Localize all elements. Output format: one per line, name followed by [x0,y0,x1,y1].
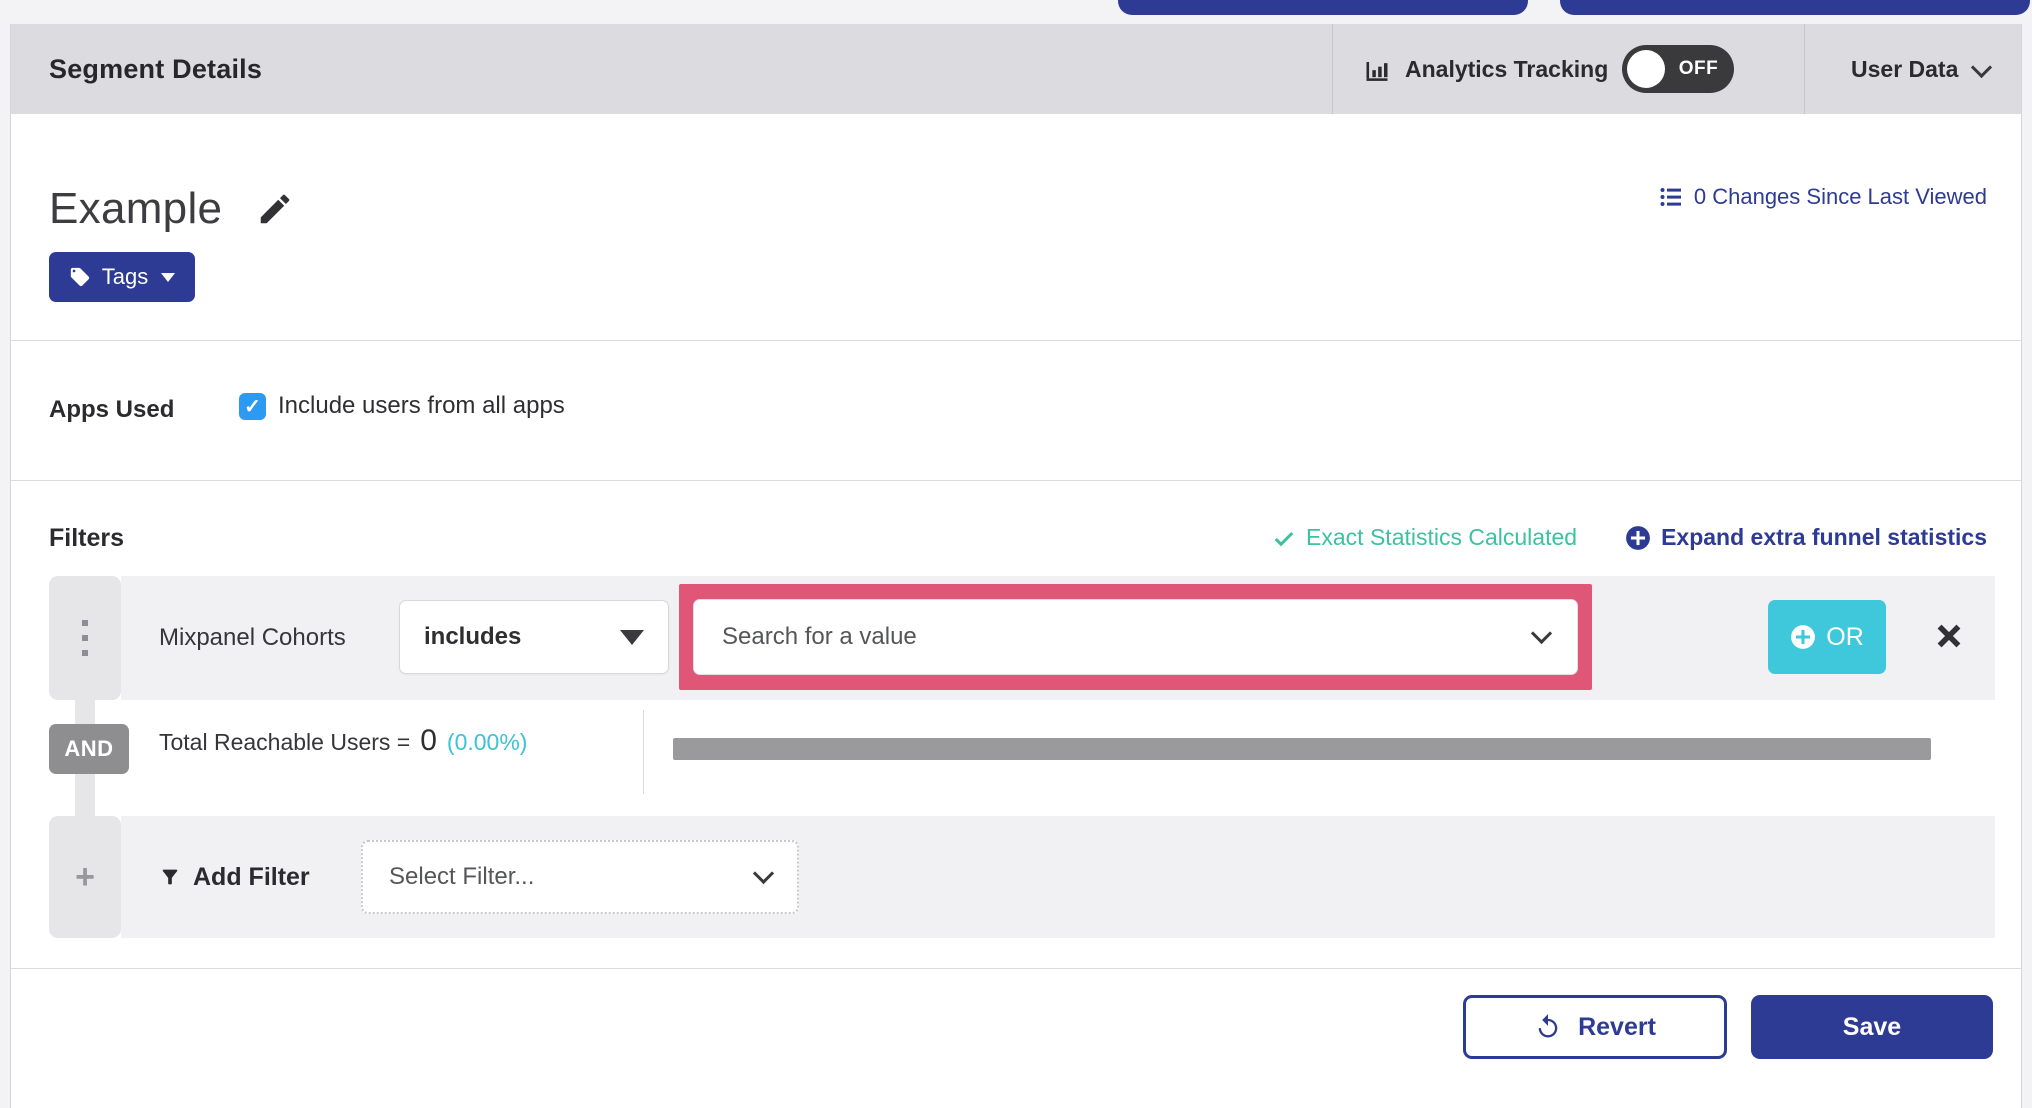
section-divider [11,340,2021,341]
reachable-users-progress-bar [673,738,1931,760]
changes-link-label: 0 Changes Since Last Viewed [1693,184,1987,209]
drag-dot [82,635,88,641]
revert-button[interactable]: Revert [1463,995,1727,1059]
filter-name-label: Mixpanel Cohorts [159,624,346,651]
include-all-apps-label: Include users from all apps [278,392,565,419]
value-search-select[interactable]: Search for a value [693,599,1578,675]
revert-button-label: Revert [1578,1012,1656,1041]
revert-undo-icon [1534,1013,1562,1041]
apps-used-label: Apps Used [49,396,175,423]
cutoff-button-left[interactable] [1118,0,1528,15]
tags-dropdown-button[interactable]: Tags [49,252,195,302]
add-filter-label: Add Filter [193,862,310,891]
page-title: Segment Details [49,53,263,84]
stats-divider [643,710,644,794]
drag-dot [82,620,88,626]
select-filter-placeholder: Select Filter... [389,863,535,890]
chevron-down-icon [752,862,775,884]
toggle-state-label: OFF [1678,58,1719,79]
changes-since-last-viewed-link[interactable]: 0 Changes Since Last Viewed [1658,184,1987,210]
caret-down-icon [620,629,644,645]
or-button-label: OR [1826,622,1864,651]
segment-details-panel: Segment Details Analytics Tracking OFF U… [10,24,2022,1108]
analytics-tracking-group: Analytics Tracking OFF [1363,24,1735,114]
check-icon: ✓ [244,395,261,418]
cutoff-button-right[interactable] [1560,0,2030,15]
funnel-icon [159,866,181,888]
and-badge: AND [49,724,129,774]
toggle-knob [1627,50,1666,88]
filters-heading: Filters [49,524,125,552]
chevron-down-icon [1971,56,1993,78]
plus-circle-icon [1790,624,1816,650]
topbar-divider [1804,24,1805,114]
total-reachable-row: Total Reachable Users = 0 (0.00%) [159,724,527,774]
add-filter-button[interactable]: Add Filter [159,816,310,938]
topbar: Segment Details Analytics Tracking OFF U… [11,24,2021,114]
total-reachable-percent: (0.00%) [446,729,528,755]
changes-list-icon [1658,185,1684,209]
section-divider [11,480,2021,481]
add-filter-plus-handle[interactable]: + [49,816,121,938]
bar-chart-icon [1363,55,1391,83]
footer-divider [11,968,2021,969]
value-select-highlight: Search for a value [679,584,1592,690]
total-reachable-value: 0 [420,724,437,757]
exact-statistics-label: Exact Statistics Calculated [1306,524,1578,550]
user-data-dropdown[interactable]: User Data [1851,24,1993,114]
segment-title-row: Example [49,184,294,234]
expand-link-label: Expand extra funnel statistics [1661,524,1987,550]
remove-filter-button[interactable] [1923,610,1975,662]
tag-icon [69,266,91,288]
drag-dot [82,650,88,656]
edit-pencil-icon[interactable] [256,190,294,228]
exact-statistics-status: Exact Statistics Calculated [1272,524,1577,551]
include-all-apps-row: ✓ Include users from all apps [239,392,565,420]
plus-circle-icon [1625,525,1651,551]
operator-select[interactable]: includes [399,600,669,674]
chevron-down-icon [1530,622,1553,644]
operator-value: includes [424,623,522,650]
caret-down-icon [161,272,176,282]
save-button[interactable]: Save [1751,995,1993,1059]
total-reachable-label: Total Reachable Users = [159,729,411,755]
expand-funnel-statistics-link[interactable]: Expand extra funnel statistics [1625,524,1987,551]
segment-name: Example [49,184,223,233]
plus-icon: + [75,857,95,896]
analytics-tracking-label: Analytics Tracking [1405,55,1609,82]
tags-button-label: Tags [101,264,149,289]
include-all-apps-checkbox[interactable]: ✓ [239,392,266,420]
add-or-condition-button[interactable]: OR [1768,600,1886,674]
value-search-placeholder: Search for a value [722,623,917,650]
save-button-label: Save [1842,1012,1902,1041]
filters-links: Exact Statistics Calculated Expand extra… [1272,524,1987,551]
check-icon [1272,526,1296,550]
select-filter-dropdown[interactable]: Select Filter... [361,840,799,914]
drag-handle[interactable] [49,576,121,700]
topbar-divider [1332,24,1333,114]
user-data-label: User Data [1851,55,1959,82]
analytics-tracking-toggle[interactable]: OFF [1622,45,1735,93]
